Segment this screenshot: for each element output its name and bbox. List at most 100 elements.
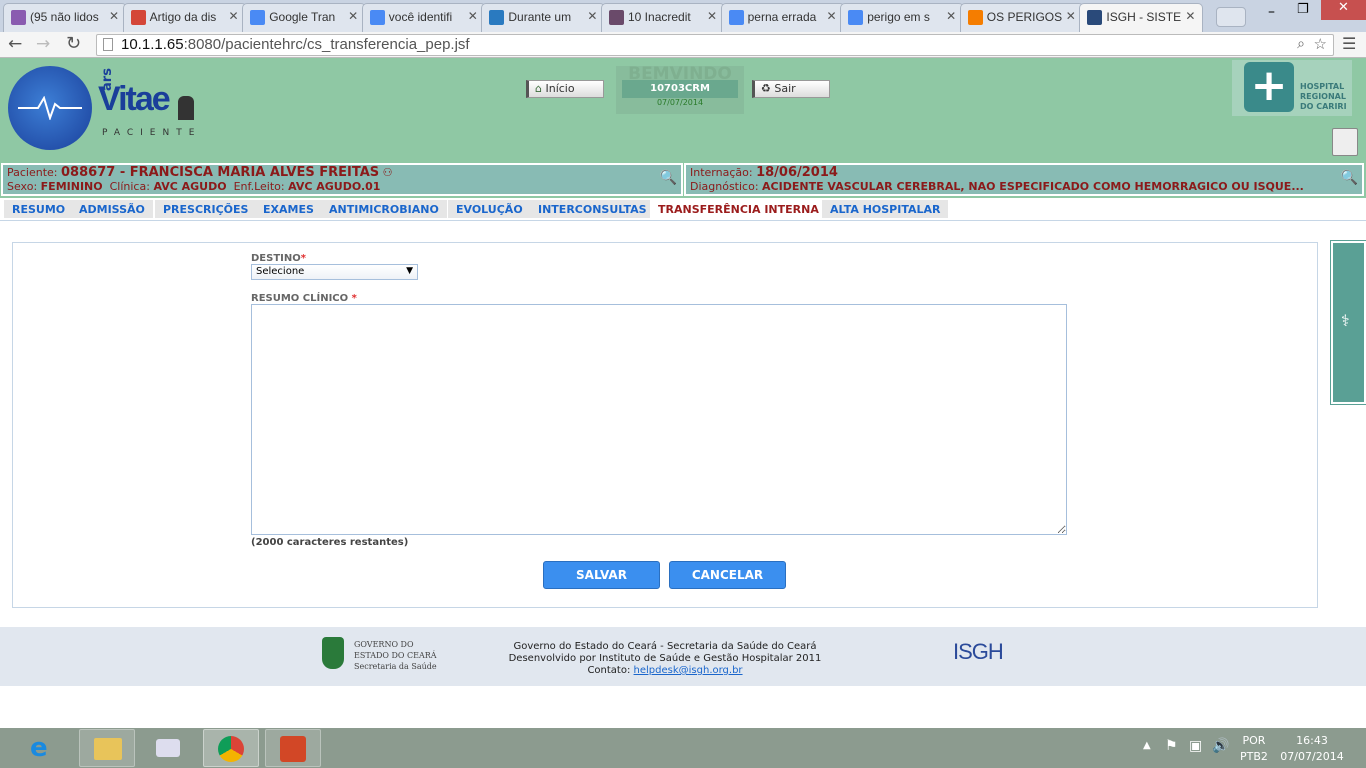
close-tab-icon[interactable]: ✕ [946,9,956,23]
browser-tab[interactable]: Artigo da dis ✕ [122,3,247,32]
dropdown-arrow-icon: ▼ [406,266,413,276]
close-tab-icon[interactable]: ✕ [229,9,239,23]
patient-search-icon[interactable]: 🔍 [660,171,677,185]
governo-logo-text: GOVERNO DO ESTADO DO CEARÁ Secretaria da… [354,640,437,671]
action-center-icon[interactable]: ⚑ [1165,738,1178,754]
tab-title: você identifi [388,10,453,24]
tab-admissao[interactable]: ADMISSÃO [71,200,153,218]
admission-search-icon[interactable]: 🔍 [1341,171,1358,185]
browser-tab[interactable]: você identifi ✕ [361,3,486,32]
isgh-icon [1087,10,1103,25]
translate-icon [250,10,266,25]
cancelar-button[interactable]: CANCELAR [669,561,786,589]
close-tab-icon[interactable]: ✕ [707,9,717,23]
tab-exames[interactable]: EXAMES [255,200,322,218]
logo-paciente: PACIENTE [102,128,202,138]
close-tab-icon[interactable]: ✕ [468,9,478,23]
destino-select[interactable]: Selecione ▼ [251,264,418,280]
windows-taskbar: e ▲ ⚑ ▣ 🔊 POR PTB2 16:43 07/07/2014 [0,728,1366,768]
home-icon: ⌂ [535,82,542,95]
helpdesk-email-link[interactable]: helpdesk@isgh.org.br [634,665,743,676]
forward-icon[interactable]: → [36,34,50,54]
browser-tab[interactable]: Durante um ✕ [481,3,606,32]
document-icon[interactable] [1332,128,1358,156]
language-indicator[interactable]: POR PTB2 [1240,733,1268,765]
ie-taskbar-button[interactable]: e [16,729,72,767]
inicio-button[interactable]: ⌂ Início [526,80,604,98]
url-input[interactable]: 10.1.1.65:8080/pacientehrc/cs_transferen… [96,34,1334,56]
scanner-icon [156,739,180,757]
sair-button[interactable]: ♻ Sair [752,80,830,98]
resumo-label: RESUMO CLÍNICO * [251,293,357,304]
blogger-icon [967,10,983,25]
chrome-icon [218,736,244,762]
network-icon[interactable]: ▣ [1189,738,1202,754]
powerpoint-taskbar-button[interactable] [265,729,321,767]
browser-tab[interactable]: perigo em s ✕ [840,3,965,32]
destino-label: DESTINO* [251,253,306,264]
minimize-button[interactable]: – [1268,4,1275,20]
tab-title: perigo em s [867,10,930,24]
page-footer: GOVERNO DO ESTADO DO CEARÁ Secretaria da… [0,627,1366,686]
browser-tab[interactable]: (95 não lidos ✕ [3,3,127,32]
zoom-icon[interactable]: ⌕ [1297,35,1305,52]
clock[interactable]: 16:43 07/07/2014 [1280,733,1344,765]
side-panel-toggle[interactable]: ⚕ [1330,240,1366,405]
login-date: 07/07/2014 [656,98,704,107]
governo-ceara-logo: GOVERNO DO ESTADO DO CEARÁ Secretaria da… [322,635,450,675]
tab-transferencia-interna[interactable]: TRANSFERÊNCIA INTERNA [650,200,827,218]
cross-icon: + [1244,62,1294,112]
chrome-taskbar-button[interactable] [203,729,259,767]
new-tab-button[interactable] [1216,7,1246,27]
diagnostico-value: ACIDENTE VASCULAR CEREBRAL, NAO ESPECIFI… [762,180,1304,193]
tab-evolucao[interactable]: EVOLUÇÃO [448,200,531,218]
sexo-value: FEMININO [40,180,103,193]
tab-title: 10 Inacredit [628,10,691,24]
close-window-button[interactable]: ✕ [1321,0,1366,20]
bookmark-star-icon[interactable]: ☆ [1314,35,1327,53]
show-hidden-icons[interactable]: ▲ [1143,740,1151,751]
internacao-label: Internação: [690,166,753,179]
close-tab-icon[interactable]: ✕ [109,9,119,23]
back-icon[interactable]: ← [8,34,22,54]
tab-prescricoes[interactable]: PRESCRIÇÕES [155,200,257,218]
close-tab-icon[interactable]: ✕ [348,9,358,23]
chars-remaining: (2000 caracteres restantes) [251,537,409,548]
resumo-clinico-textarea[interactable] [251,304,1067,535]
scanner-taskbar-button[interactable] [140,729,196,767]
clinica-label: Clínica: [109,180,150,193]
explorer-taskbar-button[interactable] [79,729,135,767]
browser-tab[interactable]: perna errada ✕ [720,3,845,32]
tab-antimicrobiano[interactable]: ANTIMICROBIANO [321,200,447,218]
tab-interconsultas[interactable]: INTERCONSULTAS [530,200,655,218]
menu-icon[interactable]: ☰ [1342,34,1356,53]
folder-icon [94,738,122,760]
close-tab-icon[interactable]: ✕ [1185,9,1195,23]
patient-photo-icon[interactable]: ⚇ [383,166,393,179]
browser-tab[interactable]: Google Tran ✕ [242,3,367,32]
gmail-icon [130,10,146,25]
close-tab-icon[interactable]: ✕ [587,9,597,23]
diag-label: Diagnóstico: [690,180,759,193]
app-header: ars Vitae PACIENTE ⌂ Início BEMVINDO 107… [0,58,1366,162]
hospital-logo: + HOSPITAL REGIONAL DO CARIRI [1232,60,1352,116]
reload-icon[interactable]: ↻ [66,33,81,54]
close-tab-icon[interactable]: ✕ [1066,9,1076,23]
clinica-value: AVC AGUDO [153,180,227,193]
tab-alta-hospitalar[interactable]: ALTA HOSPITALAR [822,200,949,218]
restore-button[interactable]: ❐ [1297,2,1309,17]
tab-title: Artigo da dis [149,10,217,24]
patient-bar: Paciente: 088677 - FRANCISCA MARIA ALVES… [0,162,1366,198]
browser-tab[interactable]: OS PERIGOS ✕ [959,3,1084,32]
close-tab-icon[interactable]: ✕ [827,9,837,23]
browser-tab[interactable]: 10 Inacredit ✕ [601,3,725,32]
volume-icon[interactable]: 🔊 [1212,738,1229,754]
browser-tab[interactable]: ISGH - SISTE ✕ [1079,3,1204,32]
destino-selected: Selecione [256,266,305,277]
tab-resumo[interactable]: RESUMO [4,200,74,218]
ceara-coat-of-arms-icon [322,637,344,669]
salvar-button[interactable]: SALVAR [543,561,660,589]
clock-time: 16:43 [1296,734,1328,747]
welcome-panel: BEMVINDO 10703CRM 07/07/2014 [616,66,744,114]
ie-icon: e [30,733,48,763]
